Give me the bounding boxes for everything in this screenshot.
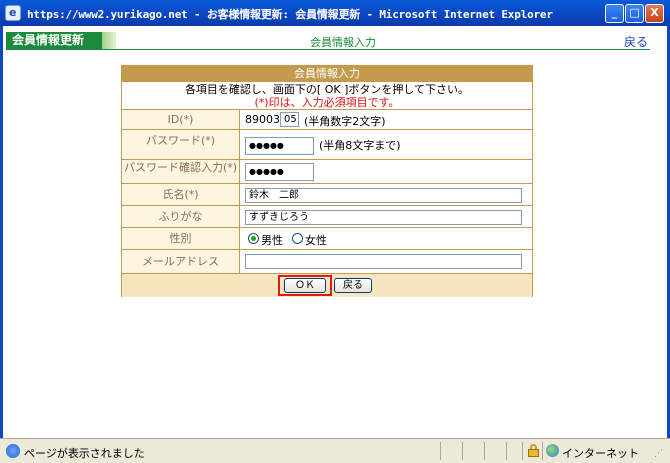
back-link[interactable]: 戻る	[624, 33, 648, 50]
required-note: (*)印は、入力必須項目です。	[254, 96, 400, 109]
gender-row: 性別 男性 女性	[122, 228, 532, 250]
close-button[interactable]: X	[645, 4, 664, 23]
email-input[interactable]	[245, 254, 522, 269]
page-title: 会員情報入力	[310, 36, 376, 49]
password-label: パスワード(*)	[122, 130, 240, 159]
status-divider	[484, 442, 485, 460]
section-tag: 会員情報更新	[6, 32, 102, 49]
resize-grip-icon[interactable]: ⋰	[654, 449, 663, 459]
form-caption: 会員情報入力	[122, 66, 532, 82]
status-divider	[522, 442, 523, 460]
id-label: ID(*)	[122, 110, 240, 129]
furigana-label: ふりがな	[122, 206, 240, 227]
security-zone: インターネット	[562, 447, 639, 460]
status-divider	[462, 442, 463, 460]
title-bar: e https://www2.yurikago.net - お客様情報更新: 会…	[0, 0, 670, 26]
password-confirm-row: パスワード確認入力(*) ●●●●●	[122, 160, 532, 184]
button-row: ＯＫ 戻る	[122, 274, 532, 297]
password-row: パスワード(*) ●●●●● (半角8文字まで)	[122, 130, 532, 160]
gender-label: 性別	[122, 228, 240, 249]
id-row: ID(*) 890031 05 (半角数字2文字)	[122, 110, 532, 130]
status-divider	[440, 442, 441, 460]
internet-zone-icon	[546, 444, 559, 457]
email-row: メールアドレス	[122, 250, 532, 274]
back-button[interactable]: 戻る	[334, 278, 372, 293]
gender-female-label: 女性	[305, 234, 327, 247]
gender-male-radio[interactable]	[248, 233, 259, 244]
form-instructions: 各項目を確認し、画面下の[ OK ]ボタンを押して下さい。 (*)印は、入力必須…	[122, 82, 532, 110]
status-divider	[542, 442, 543, 460]
name-label: 氏名(*)	[122, 184, 240, 205]
section-tag-gradient	[102, 32, 116, 49]
email-label: メールアドレス	[122, 250, 240, 273]
minimize-button[interactable]: _	[605, 4, 624, 23]
instruction-text: 各項目を確認し、画面下の[ OK ]ボタンを押して下さい。	[184, 83, 470, 96]
ok-button[interactable]: ＯＫ	[284, 278, 326, 293]
maximize-button[interactable]: □	[625, 4, 644, 23]
ie-page-icon: e	[5, 5, 21, 21]
password-input[interactable]: ●●●●●	[245, 137, 314, 155]
password-confirm-label: パスワード確認入力(*)	[122, 160, 240, 183]
window-title: https://www2.yurikago.net - お客様情報更新: 会員情…	[27, 8, 553, 21]
member-info-form: 会員情報入力 各項目を確認し、画面下の[ OK ]ボタンを押して下さい。 (*)…	[121, 65, 533, 297]
page-done-icon	[6, 444, 20, 458]
password-confirm-input[interactable]: ●●●●●	[245, 163, 314, 181]
status-bar: ページが表示されました インターネット ⋰	[0, 438, 670, 463]
name-row: 氏名(*) 鈴木 二郎	[122, 184, 532, 206]
password-note: (半角8文字まで)	[319, 139, 401, 152]
gender-male-label: 男性	[261, 234, 283, 247]
status-message: ページが表示されました	[24, 447, 145, 460]
lock-icon	[528, 444, 539, 457]
name-input[interactable]: 鈴木 二郎	[245, 188, 522, 203]
id-note: (半角数字2文字)	[304, 115, 386, 128]
status-divider	[506, 442, 507, 460]
furigana-input[interactable]: すずきじろう	[245, 210, 522, 225]
furigana-row: ふりがな すずきじろう	[122, 206, 532, 228]
id-input[interactable]: 05	[280, 112, 299, 127]
gender-female-radio[interactable]	[292, 233, 303, 244]
